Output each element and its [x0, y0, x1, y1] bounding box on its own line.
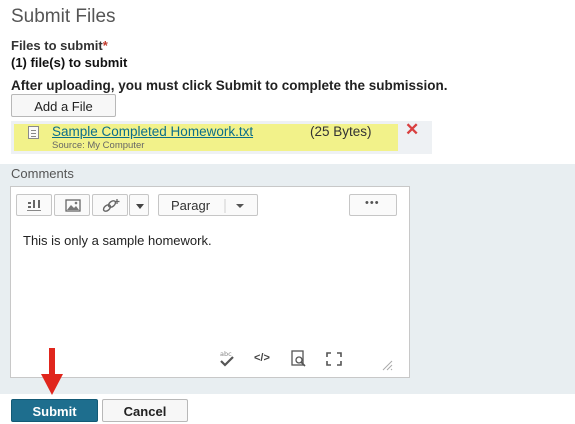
add-file-button[interactable]: Add a File [11, 94, 116, 117]
fullscreen-icon[interactable] [325, 351, 343, 367]
cancel-button[interactable]: Cancel [102, 399, 188, 422]
files-label-text: Files to submit [11, 38, 103, 53]
files-count: (1) file(s) to submit [11, 55, 128, 70]
preview-icon[interactable] [290, 349, 308, 369]
submit-button[interactable]: Submit [11, 399, 98, 422]
chevron-down-icon [224, 199, 244, 213]
insert-stuff-icon [27, 200, 41, 211]
chevron-down-icon [136, 204, 144, 209]
svg-text:abc: abc [220, 350, 232, 358]
red-arrow-icon [41, 348, 63, 395]
required-marker: * [102, 38, 108, 53]
more-actions-icon: ••• [365, 197, 380, 209]
page-title: Submit Files [11, 6, 116, 27]
comment-text[interactable]: This is only a sample homework. [23, 233, 212, 248]
submission-instruction: After uploading, you must click Submit t… [11, 78, 448, 93]
file-source: Source: My Computer [52, 140, 145, 151]
files-to-submit-label: Files to submit* [11, 38, 108, 53]
link-dropdown-button[interactable] [129, 194, 149, 216]
file-size: (25 Bytes) [310, 124, 372, 139]
text-file-icon [28, 126, 39, 139]
insert-image-button[interactable] [54, 194, 90, 216]
more-actions-button[interactable]: ••• [349, 194, 397, 216]
link-icon [102, 199, 120, 212]
spellcheck-icon[interactable]: abc [217, 348, 237, 370]
remove-file-icon[interactable]: ✕ [405, 120, 419, 140]
resize-handle-icon[interactable] [380, 358, 394, 372]
source-code-icon[interactable]: </> [254, 352, 270, 364]
image-icon [65, 199, 81, 212]
paragraph-format-select[interactable]: Paragr [158, 194, 258, 216]
comments-label: Comments [11, 166, 74, 181]
insert-link-button[interactable] [92, 194, 128, 216]
insert-stuff-button[interactable] [16, 194, 52, 216]
file-name-link[interactable]: Sample Completed Homework.txt [52, 124, 253, 139]
